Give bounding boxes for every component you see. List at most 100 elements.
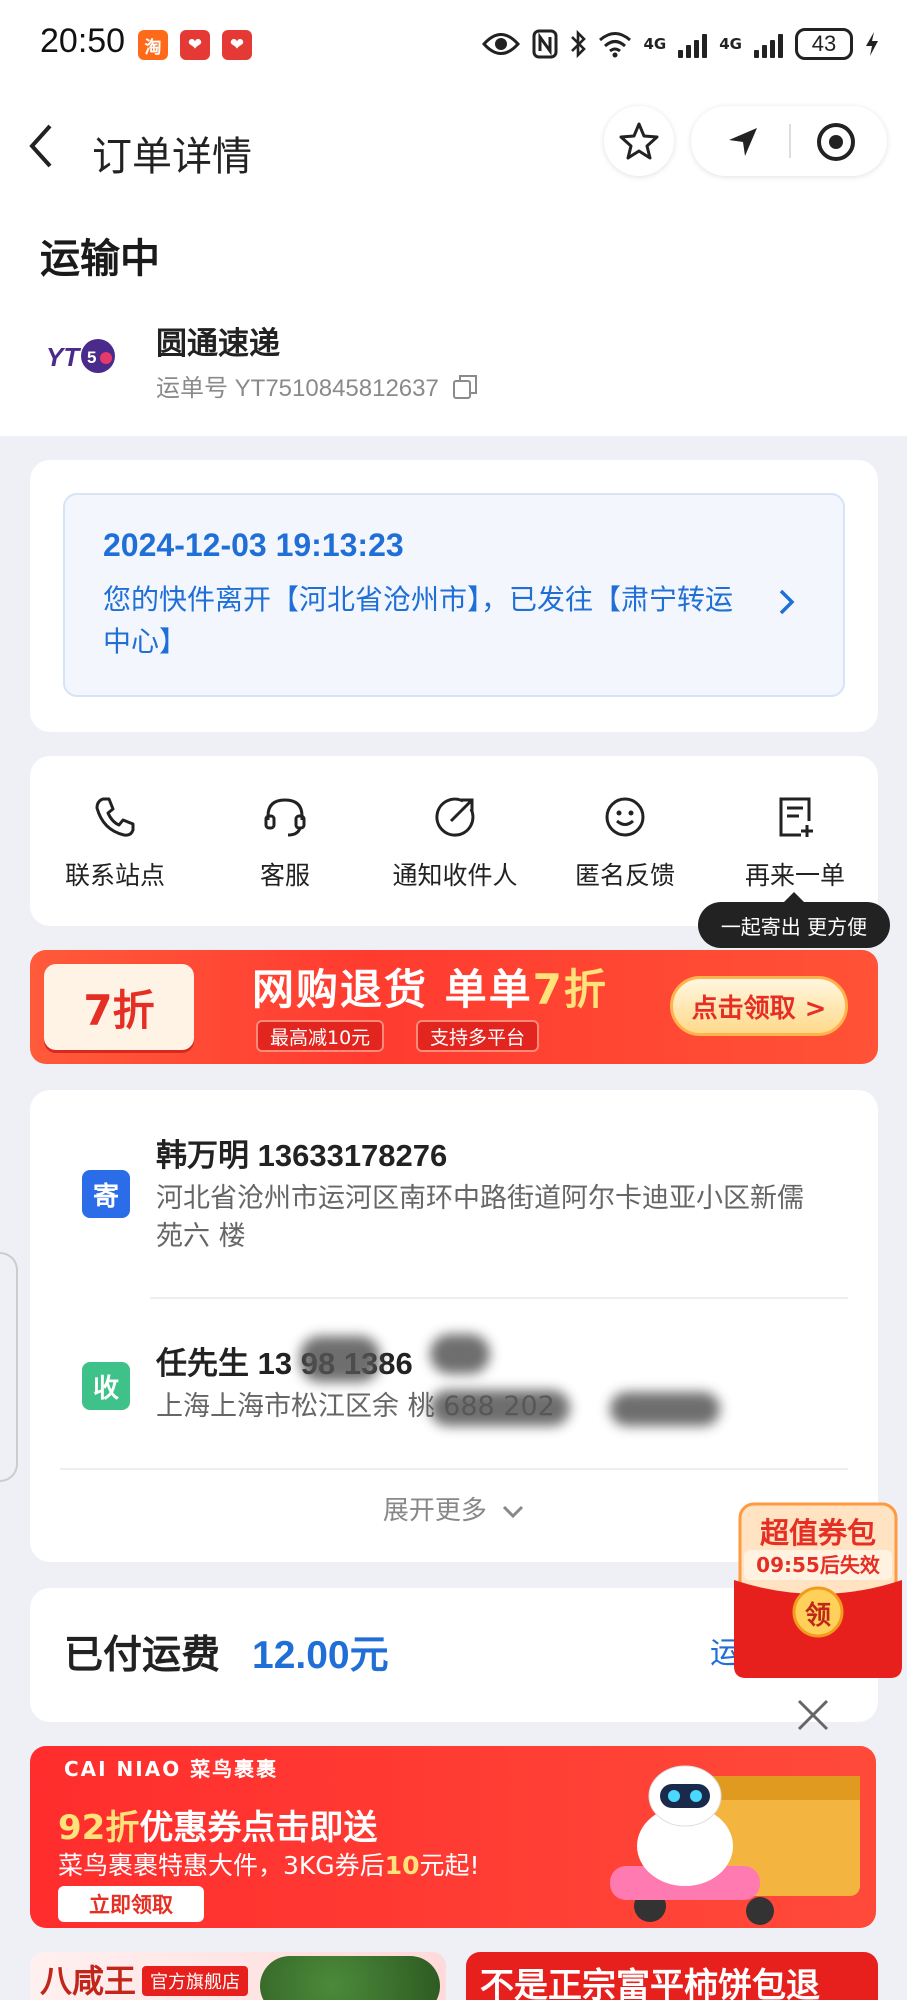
claim-now-button[interactable]: 立即领取 [58,1886,204,1922]
svg-text:YT: YT [46,342,81,372]
nfc-icon [532,29,557,59]
product-card-left[interactable]: 八咸王 官方旗舰店 [30,1952,446,2000]
banner-pill-max-discount: 最高减10元 [256,1020,385,1052]
promo-notification-icon-2: ❤ [222,30,252,60]
network-type-1: 4G [643,35,667,53]
action-anonymous-feedback[interactable]: 匿名反馈 [540,792,710,892]
cainiao-logo: CAI NIAO 菜鸟裹裹 [64,1757,279,1781]
banner2-title-b: 优惠券点击即送 [139,1808,378,1848]
latest-tracking-event[interactable]: 2024-12-03 19:13:23 您的快件离开【河北省沧州市】，已发往【肃… [63,493,845,697]
divider [150,1297,848,1299]
sender-address: 河北省沧州市运河区南环中路街道阿尔卡迪亚小区新儒苑六 楼 [156,1183,804,1252]
bluetooth-icon [570,29,586,59]
banner-pill-multi-platform: 支持多平台 [416,1020,540,1052]
banner2-title: 92折优惠券点击即送 [58,1800,377,1849]
banner2-sub-c: 元起! [419,1851,480,1880]
return-discount-banner[interactable]: 7折 网购退货 单单7折 最高减10元 支持多平台 点击领取 > [30,950,878,1064]
share-arrow-icon [435,797,475,837]
coupon-title: 超值券包 [759,1516,876,1550]
waybill-number[interactable]: 运单号 YT7510845812637 [156,368,478,403]
action-order-again[interactable]: 再来一单 [710,792,880,892]
cainiao-coupon-banner[interactable]: CAI NIAO 菜鸟裹裹 92折优惠券点击即送 菜鸟裹裹特惠大件，3KG券后1… [30,1746,876,1928]
taobao-notification-icon: 淘 [138,30,168,60]
battery-indicator: 43 [795,28,853,60]
receiver-badge: 收 [82,1362,130,1410]
carrier-logo: YT 5 [46,332,122,380]
close-coupon-button[interactable] [796,1696,830,1742]
action-label: 匿名反馈 [574,861,675,890]
copy-icon[interactable] [452,374,478,400]
coupon-timer: 09:55后失效 [744,1550,892,1580]
network-type-2: 4G [719,35,742,53]
tracking-datetime: 2024-12-03 19:13:23 [103,527,404,563]
discount-tag: 7折 [44,964,194,1050]
star-icon [619,122,659,160]
order-again-tooltip: 一起寄出 更方便 [698,892,890,948]
fee-value: 12.00元 [252,1634,389,1677]
capsule-divider [789,124,791,158]
robot-courier-illustration [610,1765,860,1925]
close-miniapp-icon[interactable] [815,121,857,163]
action-notify-recipient[interactable]: 通知收件人 [370,792,540,892]
favorite-button[interactable] [604,106,674,176]
waybill-text: 运单号 YT7510845812637 [156,375,439,402]
banner2-sub-b: 10 [384,1851,420,1880]
brand-tag: 官方旗舰店 [142,1966,248,1996]
yto-logo-icon: YT 5 [46,339,115,373]
banner-title-b: 7折 [532,965,608,1014]
action-label: 再来一单 [744,861,845,890]
side-edge-handle[interactable] [0,1252,18,1482]
product-card-right[interactable]: 不是正宗富平柿饼包退 [466,1952,878,2000]
expand-label: 展开更多 [382,1496,487,1526]
svg-text:5: 5 [87,348,96,367]
charging-icon [866,32,878,56]
coupon-claim-label: 领 [804,1601,831,1631]
tracking-card: 2024-12-03 19:13:23 您的快件离开【河北省沧州市】，已发往【肃… [30,460,878,732]
privacy-blur [430,1334,490,1374]
address-card: 寄 韩万明 13633178276 河北省沧州市运河区南环中路街道阿尔卡迪亚小区… [30,1090,878,1562]
product-image [260,1956,440,2000]
product-title: 不是正宗富平柿饼包退 [480,1966,820,2000]
fee-label: 已付运费 [64,1633,221,1678]
action-customer-service[interactable]: 客服 [200,792,370,892]
banner2-subtitle: 菜鸟裹裹特惠大件，3KG券后10元起! [58,1846,480,1882]
privacy-blur [610,1392,720,1426]
note-add-icon [779,797,813,837]
brand-name: 八咸王 [40,1962,137,2000]
banner2-title-a: 92折 [58,1808,140,1848]
action-contact-station[interactable]: 联系站点 [30,792,200,892]
shipment-status: 运输中 [40,236,160,282]
action-label: 客服 [259,861,310,890]
phone-icon [95,797,135,837]
privacy-blur [300,1336,380,1382]
promo-notification-icon: ❤ [180,30,210,60]
status-bar: 20:50 淘 ❤ ❤ 4G 4G 43 [0,0,907,92]
banner-title: 网购退货 单单7折 [252,956,608,1017]
back-button[interactable] [26,122,56,177]
page-title: 订单详情 [92,134,252,180]
chevron-left-icon [29,124,52,168]
chevron-right-icon [777,585,797,626]
claim-button[interactable]: 点击领取 > [670,976,848,1036]
floating-coupon-pack[interactable]: 超值券包 09:55后失效 领 [734,1500,902,1678]
privacy-blur [430,1390,570,1426]
status-time: 20:50 [40,22,126,60]
wifi-icon [598,32,631,58]
banner-title-a: 网购退货 单单 [252,965,533,1014]
location-arrow-icon[interactable] [725,124,761,160]
sender-name-phone: 韩万明 13633178276 [156,1138,448,1173]
close-icon [797,1699,829,1731]
status-icons: 4G 4G 43 [481,24,880,64]
eye-icon [481,33,520,55]
actions-card: 联系站点 客服 通知收件人 匿名反馈 再来一单 [30,756,878,926]
sender-badge: 寄 [82,1170,130,1218]
signal-bars-1-icon [678,30,708,58]
carrier-name: 圆通速递 [156,326,280,362]
miniapp-capsule [691,106,887,176]
battery-level: 43 [811,31,837,56]
chevron-down-icon [503,1505,524,1518]
smile-icon [605,797,645,837]
banner2-sub-a: 菜鸟裹裹特惠大件，3KG券后 [58,1851,385,1880]
action-label: 通知收件人 [392,861,518,890]
tracking-message: 您的快件离开【河北省沧州市】，已发往【肃宁转运中心】 [103,583,734,658]
